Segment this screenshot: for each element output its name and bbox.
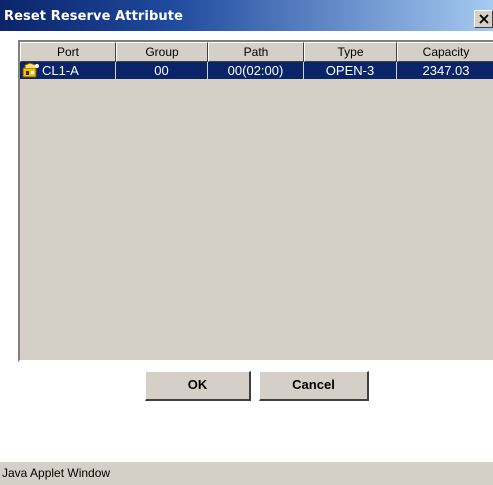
- dialog-window: Reset Reserve Attribute Port Group Path …: [0, 0, 493, 485]
- title-bar[interactable]: Reset Reserve Attribute: [0, 0, 493, 31]
- window-title: Reset Reserve Attribute: [4, 9, 183, 24]
- close-button[interactable]: [474, 10, 493, 28]
- table-header: Port Group Path Type Capacity: [20, 42, 493, 62]
- status-bar: Java Applet Window: [0, 462, 493, 485]
- cell-type: OPEN-3: [304, 62, 397, 79]
- cell-port: CL1-A: [20, 62, 116, 79]
- column-header-group[interactable]: Group: [116, 42, 208, 62]
- cancel-button[interactable]: Cancel: [259, 371, 369, 401]
- column-header-type[interactable]: Type: [304, 42, 397, 62]
- column-header-path[interactable]: Path: [208, 42, 304, 62]
- column-header-capacity[interactable]: Capacity: [397, 42, 493, 62]
- cell-capacity: 2347.03: [422, 63, 470, 78]
- cell-path: 00(02:00): [208, 62, 304, 79]
- cell-group: 00: [116, 62, 208, 79]
- table-row[interactable]: CL1-A 00 00(02:00) OPEN-3 2347.03: [20, 62, 493, 79]
- column-header-port[interactable]: Port: [20, 42, 116, 62]
- status-text: Java Applet Window: [2, 466, 111, 480]
- ok-button[interactable]: OK: [145, 371, 251, 401]
- attribute-table: Port Group Path Type Capacity CL1-A 00 0…: [18, 40, 493, 362]
- close-icon: [479, 14, 489, 24]
